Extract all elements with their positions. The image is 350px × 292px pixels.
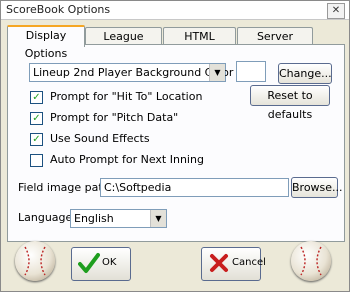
field-image-path-input[interactable]: C:\Softpedia: [100, 178, 289, 197]
chevron-down-icon[interactable]: ▼: [150, 210, 166, 227]
checkbox-hit-to-box[interactable]: ✓: [30, 91, 43, 104]
checkbox-hit-to-label: Prompt for "Hit To" Location: [50, 90, 203, 103]
checkbox-pitch-data-box[interactable]: ✓: [30, 112, 43, 125]
color-item-select-value: Lineup 2nd Player Background Color: [33, 66, 234, 79]
browse-button[interactable]: Browse...: [291, 177, 343, 198]
change-color-button[interactable]: Change...: [278, 63, 332, 84]
display-options-panel: Lineup 2nd Player Background Color ▼ Cha…: [7, 44, 345, 242]
window-title: ScoreBook Options: [6, 3, 111, 16]
title-bar: ScoreBook Options ✕: [1, 1, 349, 20]
language-select-value: English: [74, 212, 114, 225]
tab-league-options[interactable]: League Options: [85, 27, 162, 60]
checkbox-sound-effects-box[interactable]: ✓: [30, 133, 43, 146]
tab-display-options[interactable]: Display Options: [7, 25, 85, 60]
red-x-icon: [210, 254, 228, 272]
checkbox-pitch-data-label: Prompt for "Pitch Data": [50, 111, 179, 124]
color-item-select[interactable]: Lineup 2nd Player Background Color ▼: [29, 63, 233, 82]
checkbox-next-inning-label: Auto Prompt for Next Inning: [50, 153, 204, 166]
ok-button[interactable]: OK: [71, 247, 131, 281]
color-swatch: [236, 61, 266, 82]
tab-html-options[interactable]: HTML Options: [163, 27, 236, 60]
baseball-icon: [291, 241, 331, 281]
options-window: ScoreBook Options ✕ Display Options Leag…: [0, 0, 350, 292]
cancel-button-label: Cancel: [232, 257, 266, 268]
chevron-down-icon[interactable]: ▼: [209, 64, 225, 81]
field-image-path-value: C:\Softpedia: [104, 181, 172, 194]
close-icon[interactable]: ✕: [327, 3, 345, 19]
cancel-button[interactable]: Cancel: [201, 247, 266, 281]
ok-button-label: OK: [102, 257, 117, 268]
baseball-icon: [15, 241, 55, 281]
language-select[interactable]: English ▼: [70, 209, 167, 228]
checkbox-next-inning-box[interactable]: [30, 154, 43, 167]
green-checkmark-icon: [78, 253, 100, 273]
reset-to-defaults-button[interactable]: Reset to defaults: [250, 85, 330, 121]
tab-server-options[interactable]: Server Options: [237, 27, 313, 60]
checkbox-sound-effects-label: Use Sound Effects: [50, 132, 150, 145]
